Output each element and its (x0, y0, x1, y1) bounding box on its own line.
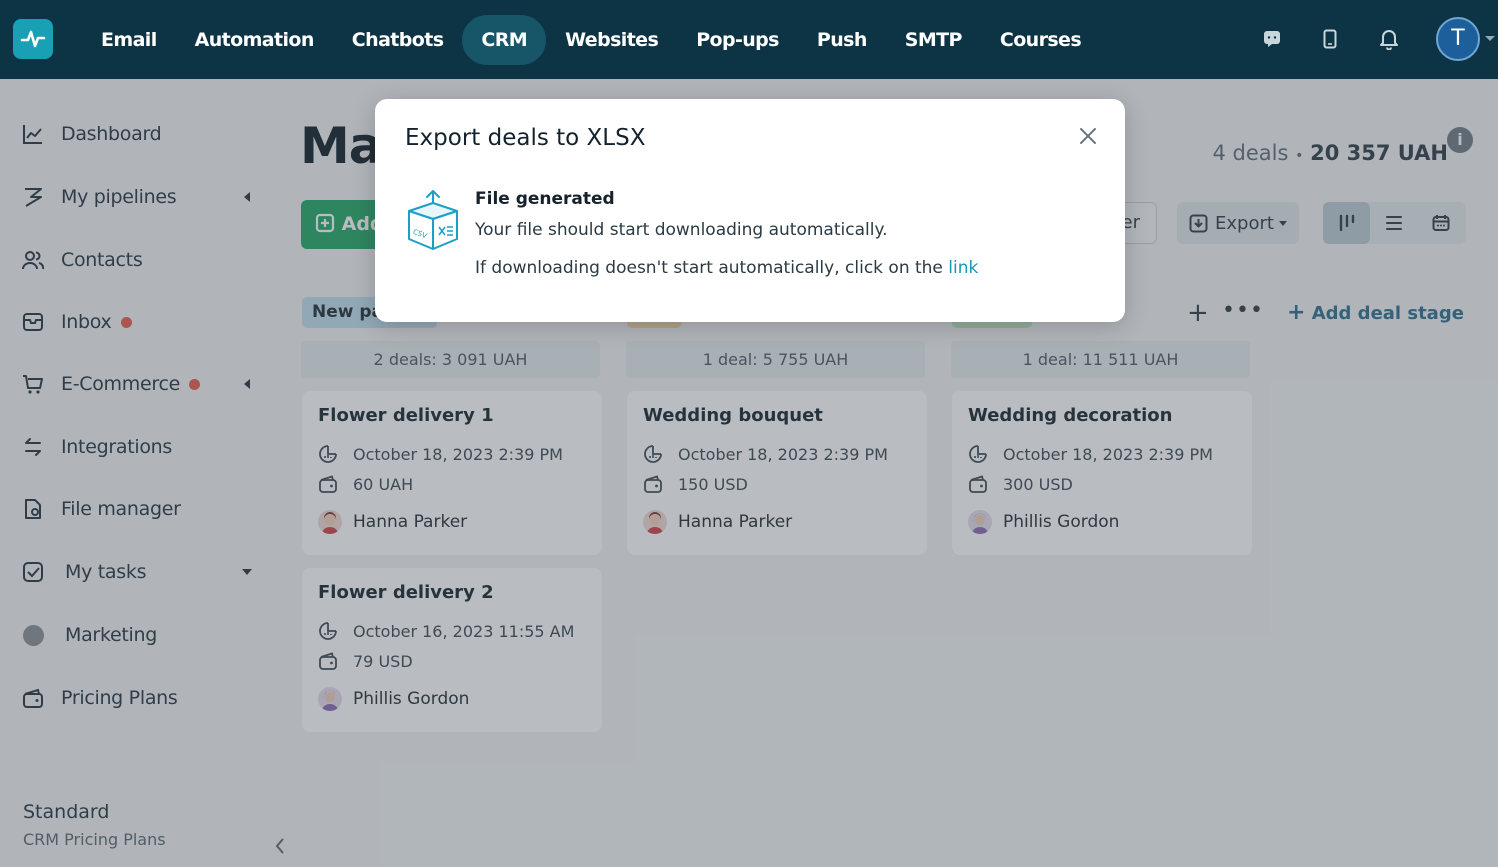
nav-email[interactable]: Email (82, 15, 176, 65)
nav-popups[interactable]: Pop-ups (677, 15, 798, 65)
nav-automation[interactable]: Automation (176, 15, 333, 65)
close-icon[interactable] (1078, 126, 1098, 146)
top-navbar: Email Automation Chatbots CRM Websites P… (0, 0, 1498, 79)
chevron-down-icon[interactable] (1485, 36, 1495, 41)
modal-fallback-message: If downloading doesn't start automatical… (475, 258, 979, 278)
modal-message: Your file should start downloading autom… (475, 220, 888, 240)
nav-courses[interactable]: Courses (981, 15, 1100, 65)
modal-title: Export deals to XLSX (405, 125, 646, 151)
main-nav: Email Automation Chatbots CRM Websites P… (82, 15, 1100, 65)
download-link[interactable]: link (948, 258, 978, 278)
mobile-icon[interactable] (1317, 26, 1343, 52)
nav-crm[interactable]: CRM (462, 15, 547, 65)
modal-heading: File generated (475, 189, 615, 209)
nav-chatbots[interactable]: Chatbots (333, 15, 463, 65)
nav-websites[interactable]: Websites (546, 15, 677, 65)
bell-icon[interactable] (1376, 26, 1402, 52)
user-avatar[interactable]: T (1436, 17, 1480, 61)
nav-push[interactable]: Push (798, 15, 886, 65)
export-modal: Export deals to XLSX CSV File generated … (375, 99, 1125, 322)
nav-smtp[interactable]: SMTP (886, 15, 981, 65)
chat-icon[interactable] (1259, 26, 1285, 52)
export-box-icon: CSV (405, 189, 461, 253)
logo-pulse-icon[interactable] (13, 19, 53, 59)
